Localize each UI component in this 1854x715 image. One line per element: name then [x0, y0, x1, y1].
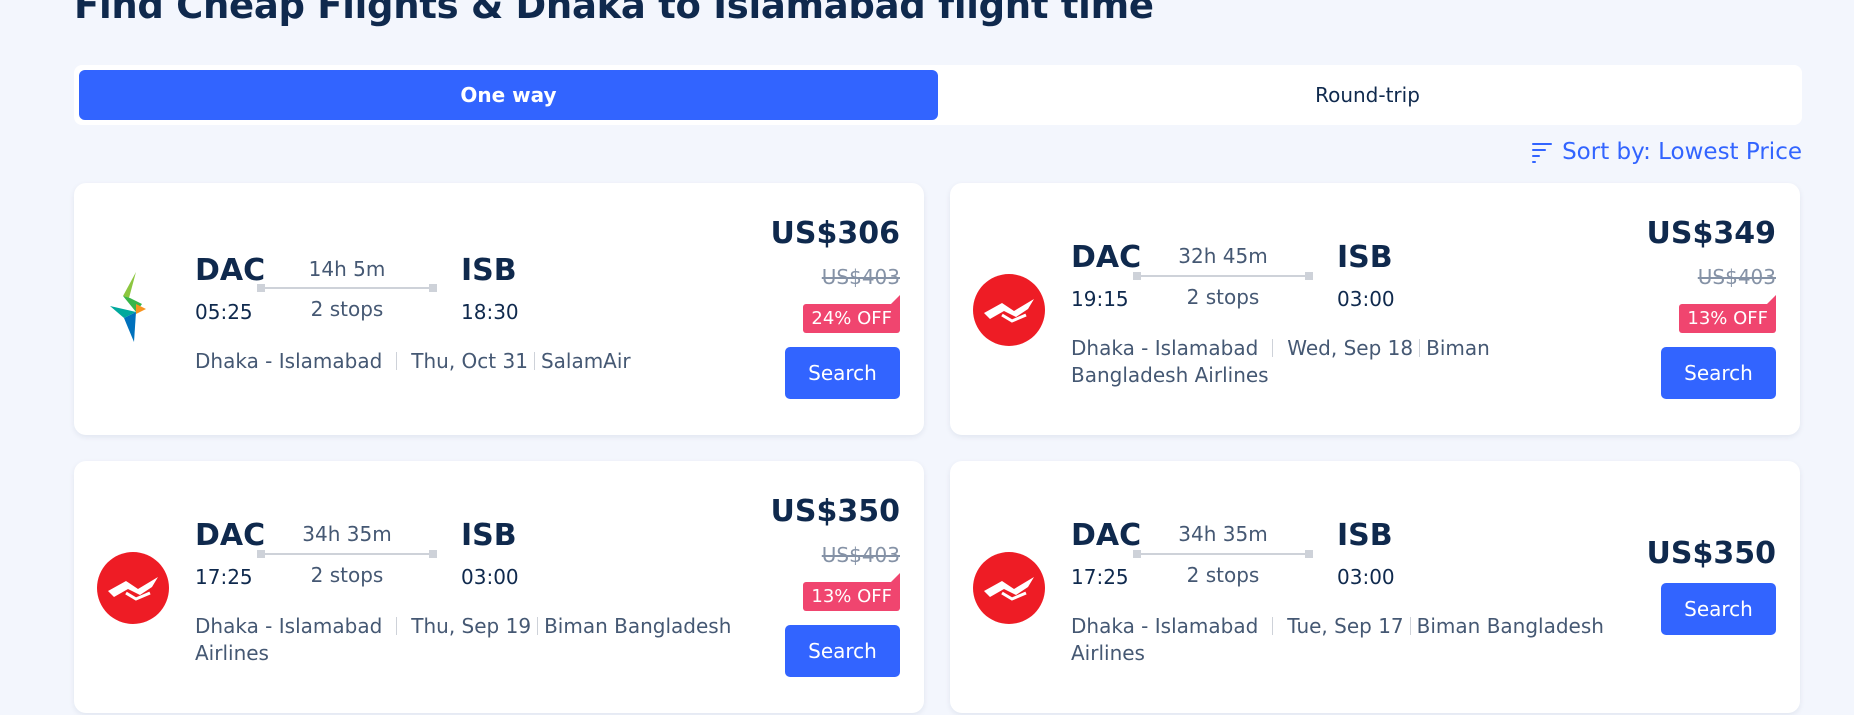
flight-card[interactable]: DAC 17:25 34h 35m 2 stops ISB 03:00 Dhak…: [74, 461, 924, 713]
flight-date: Thu, Sep 19: [411, 614, 532, 638]
tab-one-way[interactable]: One way: [79, 70, 938, 120]
divider: [1419, 339, 1421, 357]
origin-code: DAC: [195, 253, 266, 288]
divider: [1272, 339, 1274, 357]
stops-count: 2 stops: [310, 563, 384, 587]
divider: [1272, 617, 1274, 635]
divider: [396, 352, 398, 370]
search-button[interactable]: Search: [785, 625, 900, 677]
price: US$349: [1646, 216, 1776, 251]
arrive-time: 18:30: [461, 300, 519, 324]
divider: [537, 617, 539, 635]
flight-date: Thu, Oct 31: [411, 349, 528, 373]
stops-count: 2 stops: [310, 297, 384, 321]
price: US$350: [770, 494, 900, 529]
depart-time: 05:25: [195, 300, 253, 324]
route-name: Dhaka - Islamabad: [1071, 336, 1259, 360]
divider: [533, 352, 535, 370]
original-price: US$403: [1697, 265, 1776, 289]
flight-card[interactable]: DAC 05:25 14h 5m 2 stops ISB 18:30 Dhaka…: [74, 183, 924, 435]
destination-code: ISB: [1337, 240, 1393, 275]
flight-meta: Dhaka - Islamabad Thu, Sep 19 Biman Bangla…: [195, 613, 735, 667]
route-line: [1133, 272, 1313, 280]
arrive-time: 03:00: [1337, 287, 1395, 311]
search-button[interactable]: Search: [785, 347, 900, 399]
discount-badge: 24% OFF: [803, 295, 900, 333]
route-line: [257, 284, 437, 292]
route-line: [1133, 550, 1313, 558]
depart-time: 19:15: [1071, 287, 1129, 311]
page-title: Find Cheap Flights & Dhaka to Islamabad …: [74, 0, 1154, 27]
origin-code: DAC: [1071, 240, 1142, 275]
salamair-logo: [96, 268, 170, 342]
airline-name: SalamAir: [540, 349, 631, 373]
depart-time: 17:25: [1071, 565, 1129, 589]
stops-count: 2 stops: [1186, 563, 1260, 587]
discount-badge: 13% OFF: [1679, 295, 1776, 333]
flight-meta: Dhaka - Islamabad Thu, Oct 31 SalamAir: [195, 348, 735, 375]
origin-code: DAC: [1071, 518, 1142, 553]
route-name: Dhaka - Islamabad: [195, 614, 383, 638]
biman-logo: [972, 551, 1046, 625]
flight-meta: Dhaka - Islamabad Tue, Sep 17 Biman Bangla…: [1071, 613, 1611, 667]
route-line: [257, 550, 437, 558]
flight-date: Tue, Sep 17: [1287, 614, 1404, 638]
price: US$350: [1646, 536, 1776, 571]
flight-card[interactable]: DAC 17:25 34h 35m 2 stops ISB 03:00 Dhak…: [950, 461, 1800, 713]
divider: [1409, 617, 1411, 635]
flight-duration: 32h 45m: [1178, 244, 1268, 268]
original-price: US$403: [821, 543, 900, 567]
route-name: Dhaka - Islamabad: [195, 349, 383, 373]
route-name: Dhaka - Islamabad: [1071, 614, 1259, 638]
flight-duration: 34h 35m: [1178, 522, 1268, 546]
origin-code: DAC: [195, 518, 266, 553]
sort-button[interactable]: Sort by: Lowest Price: [1530, 136, 1802, 168]
destination-code: ISB: [461, 253, 517, 288]
flight-card[interactable]: DAC 19:15 32h 45m 2 stops ISB 03:00 Dhak…: [950, 183, 1800, 435]
flight-date: Wed, Sep 18: [1287, 336, 1414, 360]
search-button[interactable]: Search: [1661, 583, 1776, 635]
divider: [396, 617, 398, 635]
stops-count: 2 stops: [1186, 285, 1260, 309]
discount-badge: 13% OFF: [803, 573, 900, 611]
trip-type-toggle: One way Round-trip: [74, 65, 1802, 125]
flight-duration: 14h 5m: [308, 257, 386, 281]
search-button[interactable]: Search: [1661, 347, 1776, 399]
price: US$306: [770, 216, 900, 251]
arrive-time: 03:00: [461, 565, 519, 589]
biman-logo: [972, 273, 1046, 347]
sort-icon: [1530, 140, 1554, 164]
flight-meta: Dhaka - Islamabad Wed, Sep 18 Biman Bangla…: [1071, 335, 1611, 389]
tab-round-trip[interactable]: Round-trip: [938, 70, 1797, 120]
original-price: US$403: [821, 265, 900, 289]
depart-time: 17:25: [195, 565, 253, 589]
destination-code: ISB: [1337, 518, 1393, 553]
sort-label: Sort by: Lowest Price: [1562, 139, 1802, 165]
biman-logo: [96, 551, 170, 625]
flight-duration: 34h 35m: [302, 522, 392, 546]
destination-code: ISB: [461, 518, 517, 553]
arrive-time: 03:00: [1337, 565, 1395, 589]
